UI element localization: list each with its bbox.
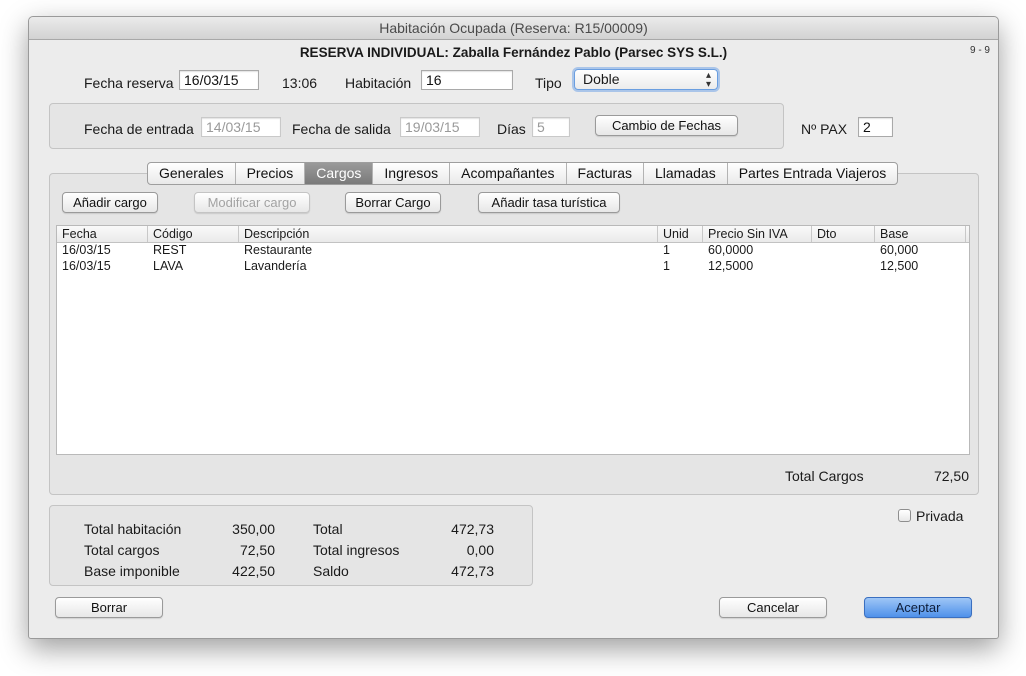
cell-descripcion: Lavandería [244,259,307,273]
pax-label: Nº PAX [801,121,848,137]
total-ingresos-value: 0,00 [466,542,494,558]
total-habitacion-label: Total habitación [84,521,182,537]
total-label: Total [313,521,343,537]
total-value: 472,73 [451,521,494,537]
base-imponible-value: 422,50 [232,563,275,579]
fecha-reserva-field[interactable]: 16/03/15 [179,70,259,90]
total-habitacion-value: 350,00 [232,521,275,537]
dias-field: 5 [532,117,570,137]
modify-cargo-button[interactable]: Modificar cargo [194,192,310,213]
cambio-fechas-button[interactable]: Cambio de Fechas [595,115,738,136]
tab-ingresos[interactable]: Ingresos [373,163,451,184]
cargos-table[interactable]: Fecha Código Descripción Unid Precio Sin… [56,225,970,455]
cell-descripcion: Restaurante [244,243,313,257]
cell-precio: 60,0000 [708,243,754,257]
fecha-reserva-label: Fecha reserva [84,75,174,91]
tab-bar: Generales Precios Cargos Ingresos Acompa… [147,162,899,185]
col-precio[interactable]: Precio Sin IVA [703,226,812,242]
habitacion-field[interactable]: 16 [421,70,513,90]
window-title[interactable]: Habitación Ocupada (Reserva: R15/00009) [29,17,998,40]
cell-fecha: 16/03/15 [62,243,111,257]
privada-label[interactable]: Privada [916,508,963,524]
select-arrows-icon: ▴ ▾ [705,70,711,90]
tab-partes-entrada-viajeros[interactable]: Partes Entrada Viajeros [728,163,898,184]
fecha-entrada-label: Fecha de entrada [84,121,194,137]
tipo-select-value: Doble [583,71,620,87]
col-base[interactable]: Base [875,226,966,242]
cell-dto [812,258,817,274]
accept-button[interactable]: Aceptar [864,597,972,618]
hora-reserva: 13:06 [282,75,318,91]
fecha-entrada-field: 14/03/15 [201,117,281,137]
cell-codigo: REST [153,243,187,257]
tab-facturas[interactable]: Facturas [567,163,644,184]
dialog-window: Habitación Ocupada (Reserva: R15/00009) … [28,16,999,639]
col-unid[interactable]: Unid [658,226,703,242]
total-cargos-summary-value: 72,50 [239,542,275,558]
fecha-salida-field: 19/03/15 [400,117,480,137]
cancel-button[interactable]: Cancelar [719,597,827,618]
add-cargo-button[interactable]: Añadir cargo [62,192,158,213]
cell-codigo: LAVA [153,259,184,273]
total-cargos-summary-label: Total cargos [84,542,160,558]
tab-cargos[interactable]: Cargos [305,163,374,184]
saldo-label: Saldo [313,563,349,579]
add-tasa-button[interactable]: Añadir tasa turística [478,192,620,213]
table-row[interactable]: 16/03/15 REST Restaurante 1 60,0000 60,0… [57,242,969,258]
dias-label: Días [497,121,526,137]
tab-llamadas[interactable]: Llamadas [644,163,728,184]
table-row[interactable]: 16/03/15 LAVA Lavandería 1 12,5000 12,50… [57,258,969,274]
cell-precio: 12,5000 [708,259,754,273]
col-descripcion[interactable]: Descripción [239,226,658,242]
borrar-button[interactable]: Borrar [55,597,163,618]
total-cargos-label: Total Cargos [785,468,864,484]
table-header: Fecha Código Descripción Unid Precio Sin… [57,226,969,243]
tipo-label: Tipo [535,75,562,91]
saldo-value: 472,73 [451,563,494,579]
cell-base: 12,500 [880,259,919,273]
tab-precios[interactable]: Precios [236,163,306,184]
fecha-salida-label: Fecha de salida [292,121,391,137]
base-imponible-label: Base imponible [84,563,180,579]
cell-base: 60,000 [880,243,919,257]
privada-checkbox[interactable] [898,509,911,522]
tab-acompanantes[interactable]: Acompañantes [450,163,567,184]
reservation-title: RESERVA INDIVIDUAL: Zaballa Fernández Pa… [299,45,728,60]
cell-unid: 1 [663,259,670,273]
cell-unid: 1 [663,243,670,257]
habitacion-label: Habitación [345,75,412,91]
col-fecha[interactable]: Fecha [57,226,148,242]
delete-cargo-button[interactable]: Borrar Cargo [345,192,441,213]
pax-field[interactable]: 2 [858,117,893,137]
total-cargos-value: 72,50 [933,468,969,484]
total-ingresos-label: Total ingresos [313,542,400,558]
cell-fecha: 16/03/15 [62,259,111,273]
col-dto[interactable]: Dto [812,226,875,242]
cell-dto [812,242,817,258]
tab-generales[interactable]: Generales [148,163,236,184]
page-indicator: 9 - 9 [969,45,990,56]
col-codigo[interactable]: Código [148,226,239,242]
tipo-select[interactable]: Doble ▴ ▾ [574,69,718,90]
